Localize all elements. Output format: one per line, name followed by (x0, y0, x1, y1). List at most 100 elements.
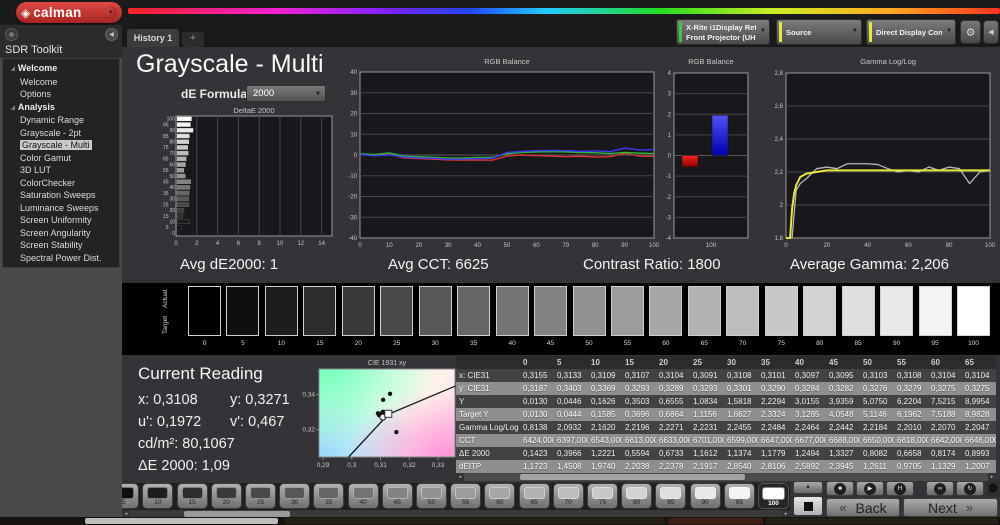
chevron-left-icon: « (839, 500, 846, 515)
svg-text:50: 50 (504, 243, 511, 249)
table-cell: 2,2378 (656, 460, 690, 473)
calman-logo[interactable]: ◈ calman ▼ (16, 2, 122, 23)
sidebar-item-luminance-sweeps[interactable]: Luminance Sweeps (3, 202, 119, 215)
pattern-button-100[interactable]: 100 (758, 483, 789, 509)
column-header-45: 45 (826, 356, 860, 369)
app-menu-button[interactable]: ▼ (104, 6, 117, 19)
meter-dropdown[interactable]: X-Rite i1Display RetailFront Projector (… (676, 19, 770, 45)
cie-1931-chart: CIE 1931 xy0,290,30,310,320,330,320,34 (296, 356, 464, 470)
scroll-left-icon[interactable]: ◂ (456, 473, 464, 481)
pattern-button-65[interactable]: 65 (519, 483, 550, 509)
pattern-button-40[interactable]: 40 (348, 483, 379, 509)
sidebar-section-analysis[interactable]: ◢Analysis (3, 101, 119, 115)
pattern-button-80[interactable]: 80 (621, 483, 652, 509)
table-cell: 2,2442 (826, 421, 860, 434)
item-label: Grayscale - Multi (20, 140, 92, 150)
pattern-button-30[interactable]: 30 (279, 483, 310, 509)
sidebar-item-dynamic-range[interactable]: Dynamic Range (3, 114, 119, 127)
sidebar-item-options[interactable]: Options (3, 88, 119, 101)
pattern-button-90[interactable]: 90 (690, 483, 721, 509)
back-button[interactable]: « Back (826, 498, 900, 517)
pattern-button-25[interactable]: 25 (245, 483, 276, 509)
pattern-level-label: 5 (122, 499, 138, 506)
table-cell: 3,0155 (792, 395, 826, 408)
scroll-right-icon[interactable]: ▸ (988, 473, 996, 481)
sidebar-item-saturation-sweeps[interactable]: Saturation Sweeps (3, 189, 119, 202)
settings-button[interactable]: ⚙ (960, 20, 981, 44)
pattern-button-50[interactable]: 50 (416, 483, 447, 509)
sidebar-options-button[interactable] (5, 28, 18, 41)
pattern-panel-expand-button[interactable]: ▲ (793, 481, 823, 494)
table-cell: 0,3290 (758, 382, 792, 395)
table-cell: 2,2184 (860, 421, 894, 434)
item-label: Spectral Power Dist. (20, 253, 102, 263)
add-tab-button[interactable]: + (182, 32, 204, 47)
table-cell: 2,8540 (724, 460, 758, 473)
sidebar-item-color-gamut[interactable]: Color Gamut (3, 152, 119, 165)
row-label: dEITP (456, 460, 520, 473)
swatch-level-label: 95 (919, 340, 952, 347)
table-cell: 0,3293 (622, 382, 656, 395)
sidebar-section-welcome[interactable]: ◢Welcome (3, 62, 119, 76)
sidebar-item-screen-stability[interactable]: Screen Stability (3, 239, 119, 252)
tab-history-1[interactable]: History 1 (127, 29, 179, 47)
table-cell: 0,3091 (690, 369, 724, 382)
display-control-dropdown[interactable]: Direct Display Control ▼ (866, 19, 956, 45)
table-cell: 0,6658 (894, 447, 928, 460)
svg-text:-30: -30 (348, 215, 357, 221)
pattern-button-70[interactable]: 70 (553, 483, 584, 509)
sidebar-collapse-button[interactable]: ◀ (105, 28, 118, 41)
pattern-button-45[interactable]: 45 (382, 483, 413, 509)
play-button[interactable]: ▶ (856, 481, 884, 496)
swatch-level-label: 10 (265, 340, 298, 347)
caret-down-icon: ▼ (108, 10, 114, 16)
de-formula-dropdown[interactable]: 2000 ▼ (246, 85, 326, 102)
svg-text:Gamma Log/Log: Gamma Log/Log (860, 57, 916, 66)
pattern-button-60[interactable]: 60 (484, 483, 515, 509)
svg-text:-20: -20 (348, 195, 357, 201)
grayscale-swatch-95 (919, 286, 952, 336)
svg-text:0,32: 0,32 (302, 427, 315, 434)
pattern-swatch (660, 487, 681, 499)
table-cell: 1,1723 (520, 460, 554, 473)
taskbar-segment (285, 518, 665, 524)
continuous-read-button[interactable]: ∞ (926, 481, 954, 496)
pattern-button-10[interactable]: 10 (142, 483, 173, 509)
pattern-button-75[interactable]: 75 (587, 483, 618, 509)
sidebar-item-grayscale-2pt[interactable]: Grayscale - 2pt (3, 127, 119, 140)
collapse-panel-button[interactable]: ◀ (983, 20, 999, 44)
table-cell: 0,3275 (928, 382, 962, 395)
sidebar-item-spectral-power-dist[interactable]: Spectral Power Dist. (3, 252, 119, 265)
pattern-button-20[interactable]: 20 (211, 483, 242, 509)
sidebar-item-grayscale-multi[interactable]: Grayscale - Multi (3, 139, 119, 152)
next-button[interactable]: Next » (903, 498, 998, 517)
stop-button[interactable]: ■ (826, 481, 854, 496)
item-label: Luminance Sweeps (20, 203, 99, 213)
svg-text:CIE 1931 xy: CIE 1931 xy (368, 360, 407, 367)
pattern-button-5[interactable]: 5 (122, 483, 139, 509)
pattern-window-button[interactable] (793, 496, 823, 516)
pattern-button-95[interactable]: 95 (724, 483, 755, 509)
sidebar-item-screen-uniformity[interactable]: Screen Uniformity (3, 214, 119, 227)
pattern-button-85[interactable]: 85 (655, 483, 686, 509)
svg-text:95: 95 (163, 122, 169, 128)
table-cell: 0,3104 (928, 369, 962, 382)
pattern-button-35[interactable]: 35 (313, 483, 344, 509)
scrollbar-thumb[interactable] (520, 474, 745, 480)
table-cell: 2,2455 (724, 421, 758, 434)
table-scrollbar[interactable]: ◂▸ (456, 473, 996, 481)
sidebar-item-colorchecker[interactable]: ColorChecker (3, 177, 119, 190)
svg-text:60: 60 (533, 243, 540, 249)
pattern-button-15[interactable]: 15 (177, 483, 208, 509)
stat-avg-cct: Avg CCT: 6625 (388, 256, 489, 273)
sidebar-item-3d-lut[interactable]: 3D LUT (3, 164, 119, 177)
sidebar-item-welcome[interactable]: Welcome (3, 76, 119, 89)
pattern-button-55[interactable]: 55 (450, 483, 481, 509)
refresh-read-button[interactable]: ↻ (956, 481, 984, 496)
svg-text:65: 65 (163, 157, 169, 163)
current-reading-title: Current Reading (138, 364, 263, 384)
source-dropdown[interactable]: Source ▼ (776, 19, 862, 45)
pattern-source-button[interactable]: H (886, 481, 914, 496)
sidebar-item-screen-angularity[interactable]: Screen Angularity (3, 227, 119, 240)
swatch-level-label: 25 (380, 340, 413, 347)
